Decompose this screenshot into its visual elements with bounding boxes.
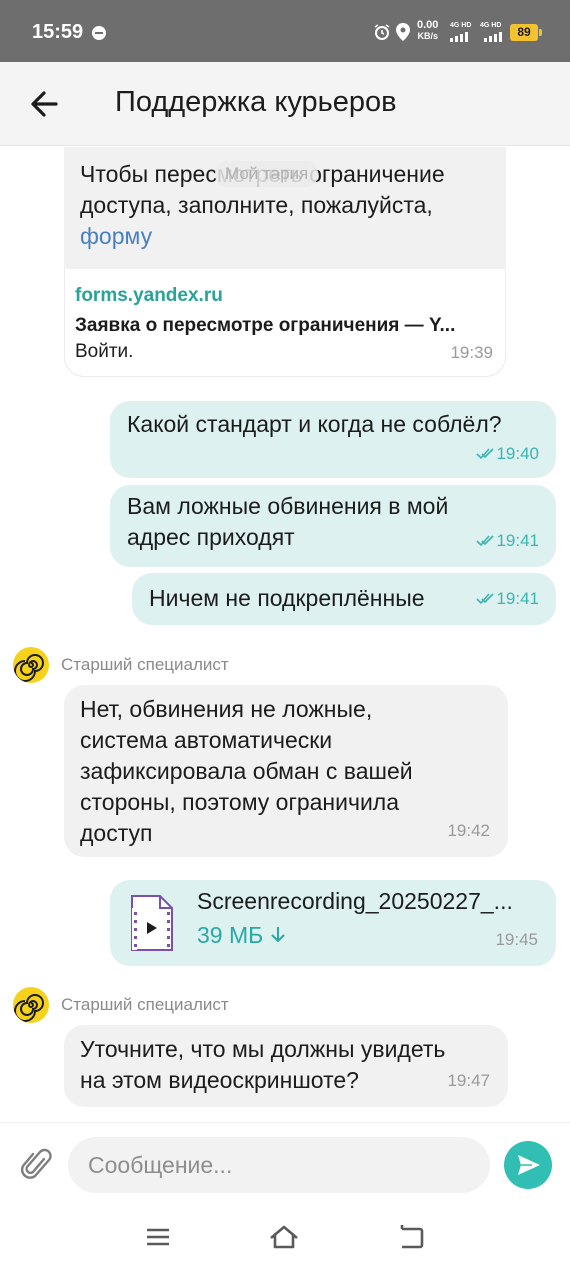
message-bubble[interactable]: Уточните, что мы должны увидеть на этом … [64, 1025, 508, 1107]
message-bubble[interactable]: Вам ложные обвинения в мой адрес приходя… [110, 485, 556, 567]
spiral-logo-icon [14, 654, 44, 682]
message-time: 19:45 [495, 930, 538, 949]
page-title: Поддержка курьеров [115, 86, 397, 118]
alarm-icon [374, 24, 390, 40]
message-bubble[interactable]: Нет, обвинения не ложные, система автома… [64, 685, 508, 857]
message-time: 19:40 [476, 444, 539, 464]
sender-name: Старший специалист [61, 995, 229, 1014]
double-check-icon [476, 593, 495, 605]
double-check-icon [476, 535, 495, 547]
app-header: Поддержка курьеров [0, 62, 570, 146]
send-button[interactable] [504, 1141, 552, 1189]
menu-icon[interactable] [142, 1222, 174, 1252]
chat-screen: 15:59 0.00 KB/s 4G HD 4G HD 89 Поддержка… [0, 0, 570, 1271]
message-bubble[interactable]: Какой стандарт и когда не соблёл? 19:40 [110, 401, 556, 478]
message-time: 19:42 [447, 821, 490, 840]
back-nav-icon[interactable] [396, 1222, 428, 1252]
link-preview-card[interactable]: forms.yandex.ru Заявка о пересмотре огра… [64, 269, 506, 377]
dnd-icon [92, 26, 106, 40]
status-bar: 15:59 0.00 KB/s 4G HD 4G HD 89 [0, 0, 570, 62]
send-arrow-icon [518, 1155, 540, 1175]
file-attachment[interactable]: Screenrecording_20250227_... 39 МБ 19:45 [110, 880, 556, 966]
link-description: Войти. [75, 341, 134, 362]
message-time: 19:41 [476, 531, 539, 551]
network-type-2: 4G HD [480, 22, 502, 29]
file-name: Screenrecording_20250227_... [197, 888, 513, 914]
double-check-icon [476, 448, 495, 460]
link-domain: forms.yandex.ru [75, 285, 223, 306]
system-navigation-bar [0, 1206, 570, 1271]
message-text: Нет, обвинения не ложные, система автома… [80, 696, 413, 846]
message-input[interactable] [68, 1137, 490, 1193]
battery-indicator: 89 [510, 24, 542, 41]
paperclip-icon[interactable] [20, 1145, 54, 1185]
signal-icon-1 [450, 32, 468, 42]
message-bubble[interactable]: Ничем не подкреплённые 19:41 [132, 573, 556, 625]
message-time: 19:41 [476, 589, 539, 609]
home-icon[interactable] [268, 1222, 300, 1252]
message-text: Уточните, что мы должны увидеть на этом … [80, 1036, 446, 1093]
message-list[interactable]: Чтобы пересмотреть ограничение доступа, … [0, 147, 570, 1122]
specialist-avatar[interactable] [13, 647, 49, 683]
message-time: 19:47 [447, 1071, 490, 1090]
download-arrow-icon[interactable] [270, 926, 286, 944]
video-file-icon [131, 895, 173, 951]
sender-name: Старший специалист [61, 655, 229, 674]
form-link[interactable]: форму [80, 221, 445, 252]
spiral-logo-icon [14, 994, 44, 1022]
network-speed: 0.00 KB/s [417, 19, 439, 42]
status-time: 15:59 [32, 21, 84, 43]
location-icon [396, 23, 410, 41]
signal-icon-2 [484, 32, 502, 42]
message-text: Ничем не подкреплённые [149, 585, 425, 611]
network-type-1: 4G HD [450, 22, 472, 29]
message-text: Какой стандарт и когда не соблёл? [127, 411, 502, 437]
date-chip: Мой тария [215, 161, 319, 187]
message-text: Вам ложные обвинения в мой адрес приходя… [127, 493, 449, 550]
specialist-avatar[interactable] [13, 987, 49, 1023]
message-time: 19:39 [450, 343, 493, 362]
back-arrow-icon[interactable] [22, 84, 66, 124]
message-composer [0, 1122, 570, 1206]
file-size[interactable]: 39 МБ [197, 922, 286, 949]
link-title: Заявка о пересмотре ограничения — Y... [75, 315, 456, 336]
